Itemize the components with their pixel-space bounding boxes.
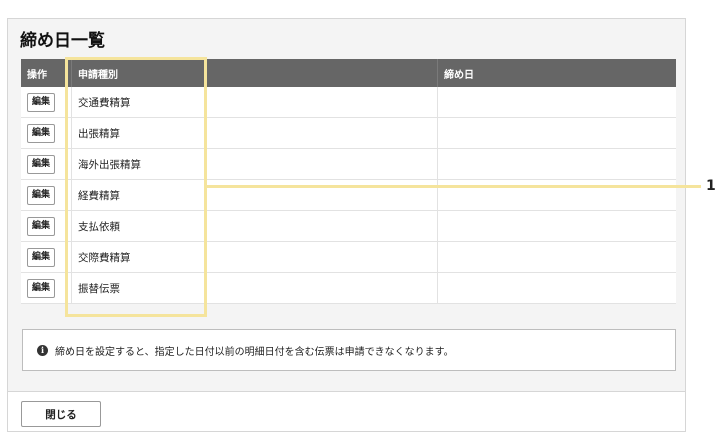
page-title: 締め日一覧 [20, 31, 105, 51]
column-header-operation: 操作 [21, 59, 72, 87]
closing-date-cell [437, 272, 676, 304]
notice-text: 締め日を設定すると、指定した日付以前の明細日付を含む伝票は申請できなくなります。 [55, 346, 454, 358]
closing-date-cell [437, 210, 676, 242]
operation-cell: 編集 [21, 148, 72, 180]
operation-cell: 編集 [21, 117, 72, 149]
closing-date-cell [437, 241, 676, 273]
closing-date-cell [437, 87, 676, 118]
dialog-footer: 閉じる [8, 392, 685, 431]
edit-button[interactable]: 編集 [27, 278, 56, 298]
edit-button[interactable]: 編集 [27, 92, 56, 112]
operation-cell: 編集 [21, 179, 72, 211]
annotation-highlight-box [65, 57, 207, 317]
closing-date-cell [437, 117, 676, 149]
info-icon: i [37, 344, 48, 356]
edit-button[interactable]: 編集 [27, 216, 56, 236]
operation-cell: 編集 [21, 210, 72, 242]
edit-button[interactable]: 編集 [27, 247, 56, 267]
annotation-callout-line [207, 185, 701, 188]
closing-date-cell [437, 148, 676, 180]
operation-cell: 編集 [21, 241, 72, 273]
operation-cell: 編集 [21, 272, 72, 304]
edit-button[interactable]: 編集 [27, 185, 56, 205]
annotation-callout-number: 1 [706, 178, 716, 194]
operation-cell: 編集 [21, 87, 72, 118]
close-button[interactable]: 閉じる [21, 401, 101, 427]
edit-button[interactable]: 編集 [27, 123, 56, 143]
edit-button[interactable]: 編集 [27, 154, 56, 174]
column-header-closing-date: 締め日 [437, 59, 676, 87]
notice-box: i 締め日を設定すると、指定した日付以前の明細日付を含む伝票は申請できなくなりま… [22, 329, 676, 371]
